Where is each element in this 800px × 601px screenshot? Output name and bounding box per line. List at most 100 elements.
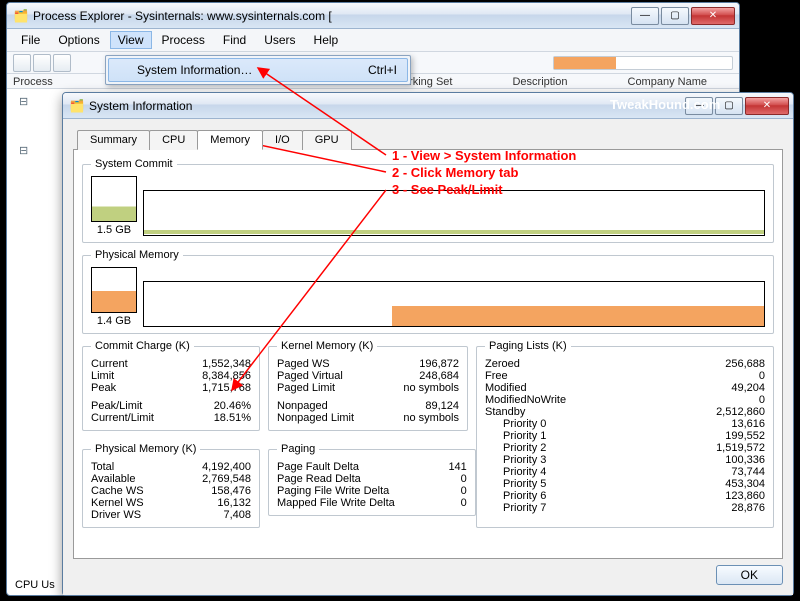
anno-2: 2 - Click Memory tab bbox=[392, 165, 518, 180]
legend-paging: Paging bbox=[277, 443, 319, 455]
menu-find[interactable]: Find bbox=[215, 31, 254, 49]
toolbtn-refresh-icon[interactable] bbox=[33, 54, 51, 72]
l: Mapped File Write Delta bbox=[277, 497, 395, 509]
v: 16,132 bbox=[187, 497, 251, 509]
v: 1,715,768 bbox=[187, 382, 251, 394]
l: Driver WS bbox=[91, 509, 141, 521]
pe-titlebar[interactable]: 🗂️ Process Explorer - Sysinternals: www.… bbox=[7, 3, 739, 29]
l: Priority 4 bbox=[503, 466, 546, 478]
physical-memory-group: Physical Memory 1.4 GB bbox=[82, 249, 774, 334]
l: Kernel WS bbox=[91, 497, 144, 509]
maximize-button[interactable]: ▢ bbox=[661, 7, 689, 25]
l: Paged Limit bbox=[277, 382, 335, 394]
si-title: System Information bbox=[89, 99, 685, 113]
legend-kernel: Kernel Memory (K) bbox=[277, 340, 377, 352]
v: 28,876 bbox=[701, 502, 765, 514]
phys-thumb-chart bbox=[91, 267, 137, 313]
v: 13,616 bbox=[701, 418, 765, 430]
view-menu-popup: System Information… Ctrl+I bbox=[105, 55, 411, 85]
v: 2,769,548 bbox=[187, 473, 251, 485]
v: 141 bbox=[403, 461, 467, 473]
menu-system-information[interactable]: System Information… Ctrl+I bbox=[108, 58, 408, 82]
legend-commit: Commit Charge (K) bbox=[91, 340, 194, 352]
toolbtn-icon[interactable] bbox=[53, 54, 71, 72]
v: 453,304 bbox=[701, 478, 765, 490]
tab-memory[interactable]: Memory bbox=[197, 130, 263, 150]
tab-summary[interactable]: Summary bbox=[77, 130, 150, 150]
v: 0 bbox=[701, 394, 765, 406]
v: no symbols bbox=[395, 412, 459, 424]
close-button[interactable]: ✕ bbox=[745, 97, 789, 115]
minimize-button[interactable]: — bbox=[631, 7, 659, 25]
col-process[interactable]: Process bbox=[13, 76, 53, 88]
v: 4,192,400 bbox=[187, 461, 251, 473]
v: 256,688 bbox=[701, 358, 765, 370]
phys-thumb-label: 1.4 GB bbox=[91, 315, 137, 327]
v: 158,476 bbox=[187, 485, 251, 497]
v: 248,684 bbox=[395, 370, 459, 382]
v: 0 bbox=[403, 473, 467, 485]
l: Limit bbox=[91, 370, 114, 382]
menu-users[interactable]: Users bbox=[256, 31, 303, 49]
v: 0 bbox=[403, 485, 467, 497]
menu-process[interactable]: Process bbox=[154, 31, 213, 49]
menuitem-label: System Information… bbox=[137, 63, 252, 77]
app-icon: 🗂️ bbox=[69, 98, 85, 114]
l: Priority 3 bbox=[503, 454, 546, 466]
l: Paging File Write Delta bbox=[277, 485, 389, 497]
menu-file[interactable]: File bbox=[13, 31, 48, 49]
l: Current/Limit bbox=[91, 412, 154, 424]
l: Priority 1 bbox=[503, 430, 546, 442]
v: 18.51% bbox=[187, 412, 251, 424]
commit-thumb-chart bbox=[91, 176, 137, 222]
tab-gpu[interactable]: GPU bbox=[302, 130, 352, 150]
menu-view[interactable]: View bbox=[110, 31, 152, 49]
si-tabs: Summary CPU Memory I/O GPU bbox=[77, 129, 783, 149]
cpu-graph-bar[interactable] bbox=[553, 56, 733, 70]
v: 0 bbox=[701, 370, 765, 382]
l: Cache WS bbox=[91, 485, 144, 497]
l: Standby bbox=[485, 406, 525, 418]
paging-lists-group: Paging Lists (K) Zeroed256,688 Free0 Mod… bbox=[476, 340, 774, 528]
v: 0 bbox=[403, 497, 467, 509]
close-button[interactable]: ✕ bbox=[691, 7, 735, 25]
v: 1,552,348 bbox=[187, 358, 251, 370]
l: Priority 5 bbox=[503, 478, 546, 490]
anno-1: 1 - View > System Information bbox=[392, 148, 576, 163]
legend-plists: Paging Lists (K) bbox=[485, 340, 571, 352]
legend-system-commit: System Commit bbox=[91, 158, 177, 170]
v: 8,384,856 bbox=[187, 370, 251, 382]
col-description[interactable]: Description bbox=[512, 76, 567, 88]
v: 1,519,572 bbox=[701, 442, 765, 454]
statusbar-cpu: CPU Us bbox=[15, 579, 55, 591]
col-company[interactable]: Company Name bbox=[628, 76, 707, 88]
toolbtn-save-icon[interactable] bbox=[13, 54, 31, 72]
l: Peak/Limit bbox=[91, 400, 142, 412]
menuitem-shortcut: Ctrl+I bbox=[368, 63, 397, 77]
tab-io[interactable]: I/O bbox=[262, 130, 303, 150]
v: 123,860 bbox=[701, 490, 765, 502]
commit-thumb-label: 1.5 GB bbox=[91, 224, 137, 236]
legend-physk: Physical Memory (K) bbox=[91, 443, 200, 455]
l: Nonpaged bbox=[277, 400, 328, 412]
l: Zeroed bbox=[485, 358, 520, 370]
l: Priority 2 bbox=[503, 442, 546, 454]
l: Page Read Delta bbox=[277, 473, 361, 485]
kernel-memory-group: Kernel Memory (K) Paged WS196,872 Paged … bbox=[268, 340, 468, 431]
l: Current bbox=[91, 358, 128, 370]
menu-options[interactable]: Options bbox=[50, 31, 107, 49]
menu-help[interactable]: Help bbox=[306, 31, 347, 49]
tab-cpu[interactable]: CPU bbox=[149, 130, 198, 150]
v: 89,124 bbox=[395, 400, 459, 412]
paging-group: Paging Page Fault Delta 141 Page Read Del… bbox=[268, 443, 476, 516]
l: Page Fault Delta bbox=[277, 461, 359, 473]
l: Modified bbox=[485, 382, 527, 394]
tabpage-memory: System Commit 1.5 GB Physical Memory 1.4… bbox=[73, 149, 783, 559]
v: 73,744 bbox=[701, 466, 765, 478]
l: Paged Virtual bbox=[277, 370, 343, 382]
l: ModifiedNoWrite bbox=[485, 394, 566, 406]
anno-3: 3 - See Peak/Limit bbox=[392, 182, 503, 197]
pe-menubar: File Options View Process Find Users Hel… bbox=[7, 29, 739, 52]
ok-button[interactable]: OK bbox=[716, 565, 783, 585]
app-icon: 🗂️ bbox=[13, 8, 29, 24]
